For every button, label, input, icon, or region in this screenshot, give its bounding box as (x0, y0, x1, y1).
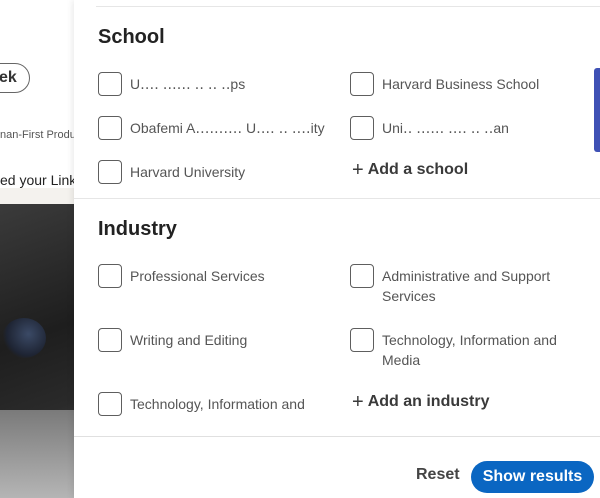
add-industry-button[interactable]: + Add an industry (352, 392, 489, 412)
school-option-4[interactable]: Uni‥ ‥‥‥ ‥‥ ‥ ‥an (350, 116, 522, 140)
background-image-desk (0, 410, 74, 498)
school-option-1[interactable]: U‥‥ ‥‥‥ ‥ ‥ ‥ps (98, 72, 270, 96)
school-checkbox-5[interactable] (98, 160, 122, 184)
industry-option-label: Technology, Information and Media (382, 332, 557, 368)
background-profile-card: ek nan-First Produ ed your Link (0, 0, 74, 188)
school-checkbox-4[interactable] (350, 116, 374, 140)
industry-checkbox-4[interactable] (350, 328, 374, 352)
school-checkbox-1[interactable] (98, 72, 122, 96)
industry-option-label: Writing and Editing (130, 332, 248, 348)
school-checkbox-2[interactable] (350, 72, 374, 96)
add-school-label: Add a school (367, 161, 469, 178)
background-subtitle: nan-First Produ (0, 129, 74, 141)
add-school-button[interactable]: + Add a school (352, 160, 468, 180)
reset-button[interactable]: Reset (416, 466, 460, 484)
school-option-label: U‥‥ ‥‥‥ ‥ ‥ ‥ps (130, 76, 246, 92)
industry-option-label: Technology, Information and (130, 396, 305, 412)
industry-option-label: Professional Services (130, 268, 265, 284)
industry-option-4[interactable]: Technology, Information and Media (350, 328, 572, 370)
school-option-label: Obafemi A‥‥‥‥‥ U‥‥ ‥ ‥‥ity (130, 120, 325, 136)
industry-option-1[interactable]: Professional Services (98, 264, 265, 288)
scrollbar-accent[interactable] (594, 68, 600, 152)
industry-option-5[interactable]: Technology, Information and (98, 392, 320, 416)
school-option-label: Harvard University (130, 164, 246, 180)
school-option-label: Harvard Business School (382, 76, 540, 92)
filters-panel: School U‥‥ ‥‥‥ ‥ ‥ ‥ps Harvard Business … (74, 0, 600, 498)
section-divider (74, 198, 600, 199)
add-industry-label: Add an industry (367, 393, 490, 410)
background-image-detail (2, 318, 46, 358)
top-divider (96, 6, 600, 7)
industry-checkbox-2[interactable] (350, 264, 374, 288)
school-option-3[interactable]: Obafemi A‥‥‥‥‥ U‥‥ ‥ ‥‥ity (98, 116, 330, 140)
industry-option-2[interactable]: Administrative and Support Services (350, 264, 572, 306)
industry-checkbox-3[interactable] (98, 328, 122, 352)
background-page: ek nan-First Produ ed your Link (0, 0, 74, 498)
school-option-2[interactable]: Harvard Business School (350, 72, 539, 96)
school-option-5[interactable]: Harvard University (98, 160, 245, 184)
plus-icon: + (352, 391, 364, 413)
school-option-label: Uni‥ ‥‥‥ ‥‥ ‥ ‥an (382, 120, 509, 136)
industry-option-3[interactable]: Writing and Editing (98, 328, 247, 352)
school-section-title: School (98, 26, 165, 48)
footer-divider (74, 436, 600, 437)
industry-option-label: Administrative and Support Services (382, 268, 551, 304)
background-pill-button[interactable]: ek (0, 63, 30, 93)
background-text: ed your Link (0, 172, 74, 188)
industry-section-title: Industry (98, 218, 177, 240)
show-results-button[interactable]: Show results (471, 461, 594, 493)
industry-checkbox-5[interactable] (98, 392, 122, 416)
school-checkbox-3[interactable] (98, 116, 122, 140)
plus-icon: + (352, 159, 364, 181)
industry-checkbox-1[interactable] (98, 264, 122, 288)
